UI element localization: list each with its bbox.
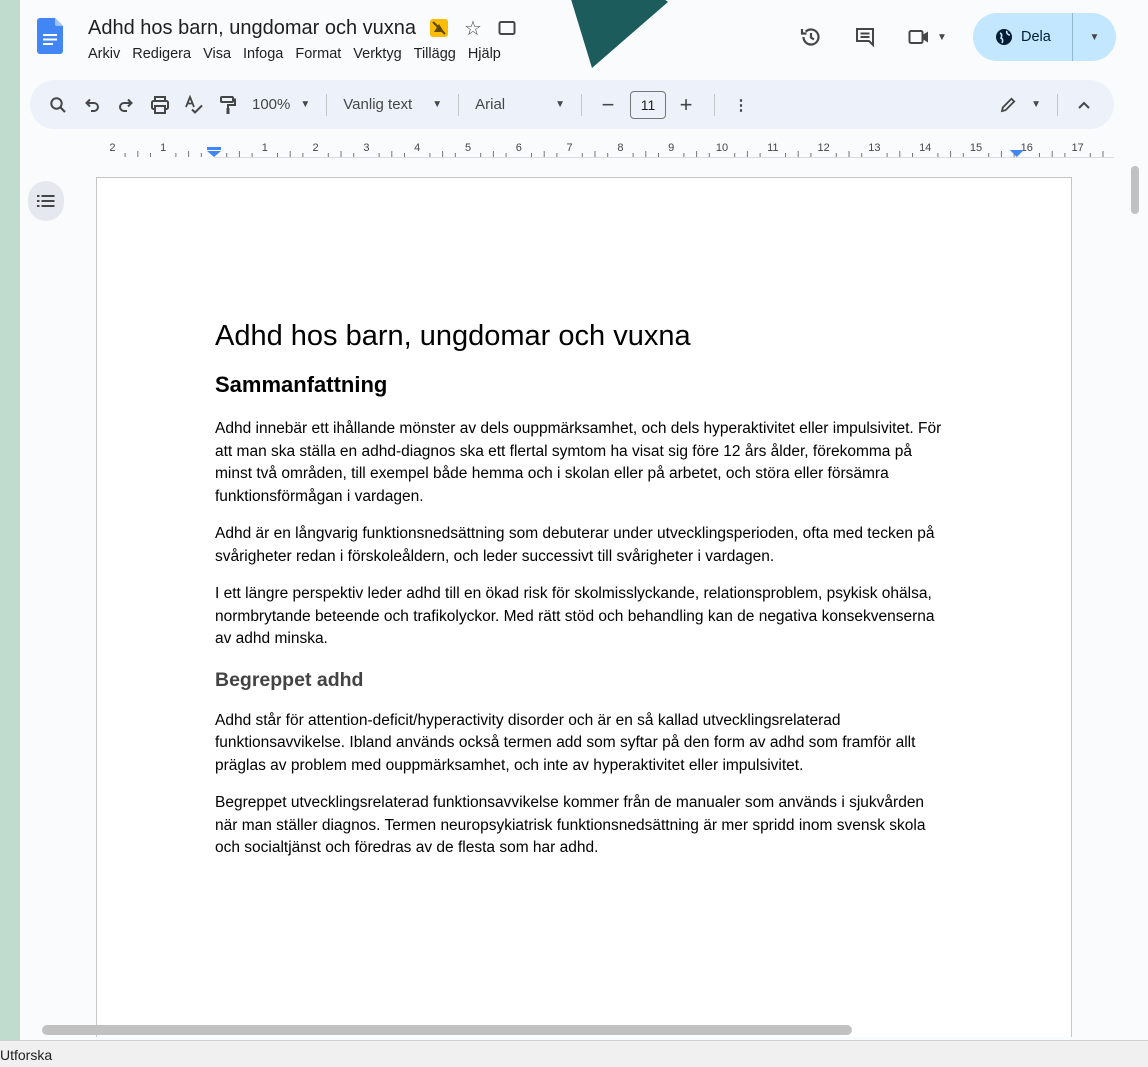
caret-down-icon: ▼ <box>300 99 311 110</box>
document-heading: Adhd hos barn, ungdomar och vuxna <box>215 320 691 352</box>
increase-font-size-icon[interactable]: + <box>670 89 702 121</box>
search-menus-icon[interactable] <box>42 89 74 121</box>
ruler-label: 17 <box>1071 142 1083 154</box>
horizontal-ruler[interactable]: 21123456789101112131415161718 <box>20 138 1114 158</box>
toolbar-divider <box>458 93 460 116</box>
ruler-label: 2 <box>109 142 115 154</box>
spellcheck-icon[interactable] <box>178 89 210 121</box>
globe-icon <box>996 29 1012 45</box>
document-content: Adhd hos barn, ungdomar och vuxna Samman… <box>215 316 950 875</box>
ruler-label: 8 <box>617 142 623 154</box>
paint-format-icon[interactable] <box>212 89 244 121</box>
menu-hjalp[interactable]: Hjälp <box>468 46 507 62</box>
vertical-scroll-thumb[interactable] <box>1131 166 1139 214</box>
menu-redigera[interactable]: Redigera <box>132 46 197 62</box>
horizontal-scroll-thumb[interactable] <box>42 1025 852 1035</box>
share-button[interactable]: Dela <box>973 13 1073 61</box>
menu-arkiv[interactable]: Arkiv <box>88 46 126 62</box>
paragraph: Adhd innebär ett ihållande mönster av de… <box>215 420 942 505</box>
undo-icon[interactable] <box>76 89 108 121</box>
decrease-font-size-icon[interactable]: − <box>592 89 624 121</box>
toolbar-right: ▼ <box>993 89 1114 121</box>
document-title[interactable]: Adhd hos barn, ungdomar och vuxna <box>88 17 416 40</box>
docs-window: Adhd hos barn, ungdomar och vuxna ☆ Arki… <box>20 0 1148 1067</box>
menu-infoga[interactable]: Infoga <box>243 46 289 62</box>
ruler-label: 10 <box>716 142 728 154</box>
star-icon[interactable]: ☆ <box>462 17 484 40</box>
share-button-group: Dela ▼ <box>973 13 1116 61</box>
meet-camera-icon[interactable]: ▼ <box>899 17 955 57</box>
pencil-icon <box>1000 97 1016 112</box>
toolbar-divider <box>326 93 328 116</box>
ruler-label: 4 <box>414 142 420 154</box>
font-family-select[interactable]: Arial ▼ <box>469 89 571 121</box>
ruler-scale: 21123456789101112131415161718 <box>20 138 1104 158</box>
formatting-toolbar: 100% ▼ Vanlig text ▼ Arial ▼ − 11 + ⋮ ▼ <box>30 80 1114 129</box>
menu-format[interactable]: Format <box>295 46 347 62</box>
zoom-value: 100% <box>252 96 291 113</box>
share-label: Dela <box>1021 29 1051 45</box>
title-row: Adhd hos barn, ungdomar och vuxna ☆ <box>88 14 518 42</box>
ruler-label: 15 <box>970 142 982 154</box>
vertical-scrollbar[interactable] <box>1128 160 1142 1018</box>
comments-icon[interactable] <box>845 17 885 57</box>
ruler-label: 5 <box>465 142 471 154</box>
paragraph: Adhd är en långvarig funktionsnedsättnin… <box>215 525 935 565</box>
menu-visa[interactable]: Visa <box>203 46 237 62</box>
move-folder-icon[interactable] <box>496 17 518 39</box>
menu-bar: Arkiv Redigera Visa Infoga Format Verkty… <box>88 46 513 62</box>
caret-down-icon: ▼ <box>1031 99 1041 110</box>
docs-logo-icon[interactable] <box>37 18 63 54</box>
toolbar-divider <box>1057 93 1058 116</box>
heading-summary: Sammanfattning <box>215 372 388 397</box>
version-history-icon[interactable] <box>791 17 831 57</box>
menu-verktyg[interactable]: Verktyg <box>353 46 407 62</box>
ruler-label: 12 <box>817 142 829 154</box>
more-options-icon[interactable]: ⋮ <box>725 89 757 121</box>
toolbar-divider <box>714 93 716 116</box>
ruler-label: 1 <box>160 142 166 154</box>
ruler-label: 3 <box>363 142 369 154</box>
document-page[interactable]: Adhd hos barn, ungdomar och vuxna Samman… <box>96 177 1072 1037</box>
ruler-label: 16 <box>1021 142 1033 154</box>
share-dropdown-button[interactable]: ▼ <box>1073 32 1116 43</box>
caret-down-icon: ▼ <box>555 99 566 110</box>
ruler-label: 7 <box>567 142 573 154</box>
print-icon[interactable] <box>144 89 176 121</box>
outline-list-icon <box>37 195 55 207</box>
document-outline-button[interactable] <box>28 181 64 221</box>
redo-icon[interactable] <box>110 89 142 121</box>
ruler-label: 13 <box>868 142 880 154</box>
editing-mode-select[interactable]: ▼ <box>993 89 1047 121</box>
ruler-label: 11 <box>767 142 778 154</box>
status-explore-label[interactable]: Utforska <box>0 1047 52 1063</box>
menu-tillagg[interactable]: Tillägg <box>414 46 462 62</box>
offline-status-icon[interactable] <box>428 17 450 39</box>
status-bar: Utforska <box>0 1040 1148 1067</box>
annotation-arrow-icon <box>571 0 668 68</box>
header-actions: ▼ Dela ▼ <box>791 12 1148 62</box>
heading-concept: Begreppet adhd <box>215 668 364 691</box>
ruler-label: 2 <box>313 142 319 154</box>
paragraph-style-value: Vanlig text <box>343 96 413 113</box>
chevron-down-icon: ▼ <box>1089 31 1100 43</box>
ruler-label: 14 <box>919 142 931 154</box>
paragraph: I ett längre perspektiv leder adhd till … <box>215 585 935 647</box>
font-size-input[interactable]: 11 <box>630 90 667 119</box>
ruler-label: 9 <box>668 142 674 154</box>
paragraph: Adhd står för attention-deficit/hyperact… <box>215 711 916 774</box>
paragraph-style-select[interactable]: Vanlig text ▼ <box>337 89 448 121</box>
ruler-label: 6 <box>516 142 522 154</box>
zoom-select[interactable]: 100% ▼ <box>246 89 316 121</box>
collapse-menus-icon[interactable] <box>1068 89 1100 121</box>
ruler-label: 1 <box>262 142 268 154</box>
caret-down-icon: ▼ <box>432 99 443 110</box>
paragraph: Begreppet utvecklingsrelaterad funktions… <box>215 794 926 856</box>
toolbar-divider <box>581 93 583 116</box>
font-family-value: Arial <box>475 96 506 113</box>
